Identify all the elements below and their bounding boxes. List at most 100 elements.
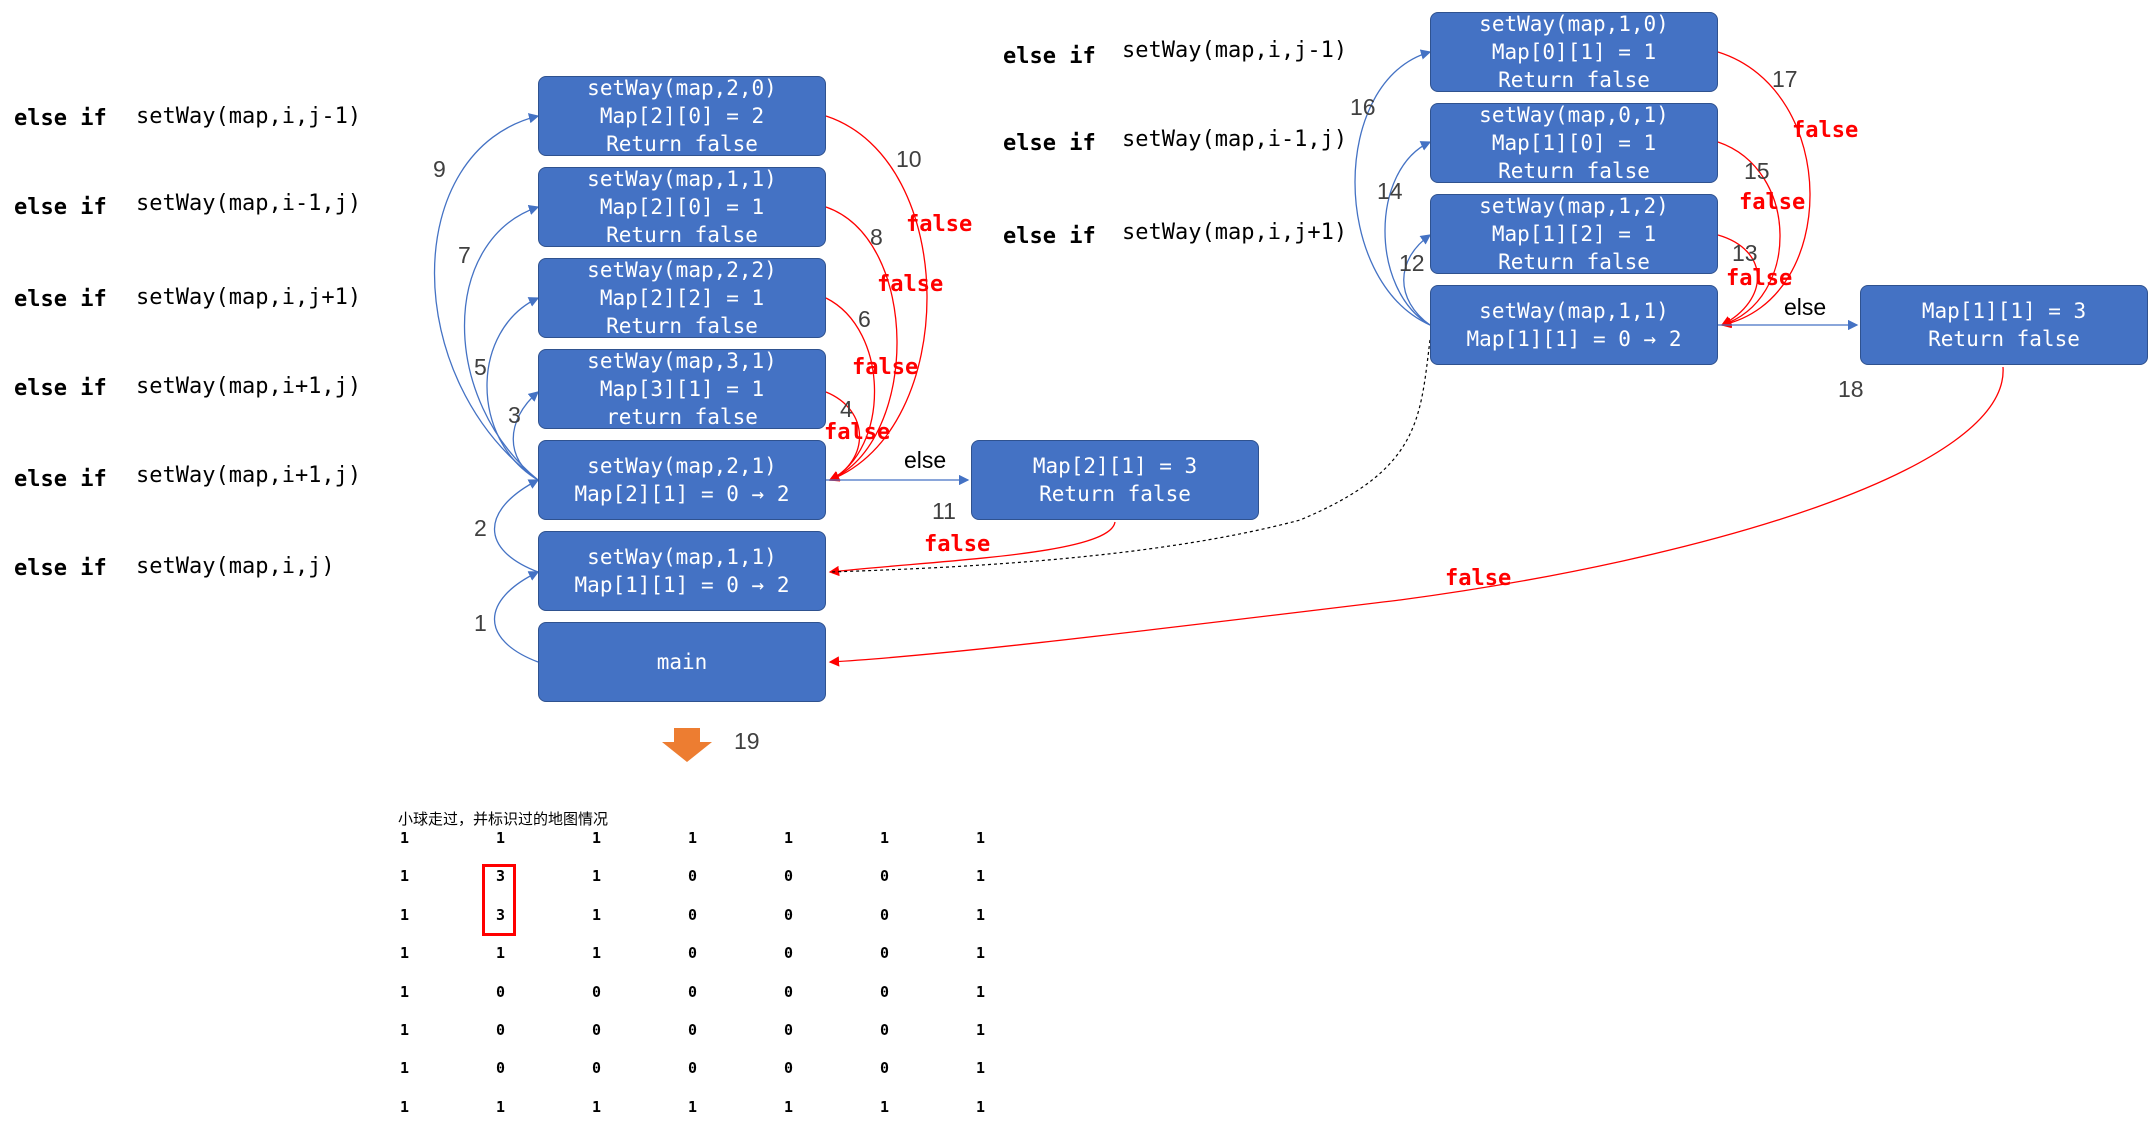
grid-cell: 1 [880, 1097, 890, 1116]
grid-cell: 1 [784, 829, 794, 847]
frame-call: setWay(map,2,0) [587, 76, 777, 100]
grid-cell: 1 [496, 1097, 506, 1116]
grid-cell: 1 [976, 1059, 986, 1078]
grid-cell: 0 [688, 1059, 698, 1078]
frame-assign: Map[2][0] = 2 [599, 104, 765, 128]
false-label: false [1792, 118, 1859, 143]
false-label: false [824, 420, 891, 445]
frame-call: setWay(map,1,0) [1479, 12, 1669, 36]
grid-cell: 1 [976, 905, 986, 924]
grid-cell: 1 [400, 1059, 410, 1078]
frame-call: setWay(map,1,1) [587, 167, 777, 191]
grid-cell: 0 [688, 944, 698, 963]
grid-cell: 1 [976, 1021, 986, 1039]
step-number: 9 [433, 156, 446, 182]
grid-cell: 1 [976, 829, 986, 847]
frame-return: Return false [606, 132, 758, 156]
false-label: false [1726, 266, 1793, 291]
condition-keyword: else if [1003, 44, 1096, 69]
step-number: 14 [1377, 178, 1403, 204]
step-number: 17 [1772, 66, 1798, 92]
grid-cell: 0 [496, 1021, 506, 1039]
grid-cell: 1 [496, 829, 506, 847]
grid-cell: 1 [592, 1097, 602, 1116]
frame-return: Return false [1039, 482, 1191, 506]
frame-call: setWay(map,2,1) [587, 454, 777, 478]
frame-assign: Map[2][1] = 0 → 2 [574, 482, 790, 506]
grid-cell: 1 [688, 1097, 698, 1116]
frame-assign: Map[1][2] = 1 [1491, 222, 1657, 246]
frame-assign: Map[1][1] = 0 → 2 [574, 573, 790, 597]
highlight-box [482, 864, 516, 936]
stack-frame-main: main [538, 622, 826, 702]
frame-call: setWay(map,3,1) [587, 349, 777, 373]
false-label: false [924, 532, 991, 557]
condition-call: setWay(map,i,j) [136, 554, 335, 579]
grid-cell: 1 [400, 905, 410, 924]
frame-return: Return false [1498, 68, 1650, 92]
call-arrow-7 [463, 204, 540, 481]
grid-cell: 1 [496, 944, 506, 963]
grid-cell: 1 [688, 829, 698, 847]
condition-keyword: else if [1003, 224, 1096, 249]
step-number: 5 [474, 354, 487, 380]
grid-cell: 0 [496, 1059, 506, 1078]
step-number: 13 [1732, 240, 1758, 266]
step-number: 2 [474, 515, 487, 541]
stack-frame-setway-1-1: setWay(map,1,1) Map[1][1] = 0 → 2 [538, 531, 826, 611]
stack-frame-setway-1-1-right: setWay(map,1,1) Map[1][1] = 0 → 2 [1430, 285, 1718, 365]
grid-cell: 0 [880, 905, 890, 924]
condition-keyword: else if [14, 556, 107, 581]
grid-cell: 0 [592, 982, 602, 1001]
else-label: else [904, 447, 947, 473]
grid-cell: 0 [496, 982, 506, 1001]
frame-return: Return false [1928, 327, 2080, 351]
condition-keyword: else if [1003, 131, 1096, 156]
step-number: 8 [870, 224, 883, 250]
grid-cell: 0 [880, 867, 890, 886]
frame-return: Return false [606, 314, 758, 338]
step-number: 18 [1838, 376, 1864, 402]
grid-cell: 1 [880, 829, 890, 847]
grid-cell: 0 [784, 944, 794, 963]
grid-cell: 1 [976, 944, 986, 963]
condition-keyword: else if [14, 287, 107, 312]
grid-cell: 1 [400, 1021, 410, 1039]
condition-call: setWay(map,i,j+1) [136, 285, 362, 310]
frame-call: main [656, 650, 708, 674]
else-frame-map-1-1: Map[1][1] = 3 Return false [1860, 285, 2148, 365]
frame-assign: Map[2][1] = 3 [1032, 454, 1198, 478]
frame-call: setWay(map,1,2) [1479, 194, 1669, 218]
frame-assign: Map[1][0] = 1 [1491, 131, 1657, 155]
step-number: 3 [508, 402, 521, 428]
call-arrow-2 [494, 479, 540, 573]
condition-call: setWay(map,i+1,j) [136, 374, 362, 399]
grid-cell: 0 [880, 1059, 890, 1078]
false-label: false [852, 355, 919, 380]
stack-frame-setway-2-0: setWay(map,2,0) Map[2][0] = 2 Return fal… [538, 76, 826, 156]
frame-assign: Map[0][1] = 1 [1491, 40, 1657, 64]
grid-cell: 1 [784, 1097, 794, 1116]
grid-cell: 1 [592, 944, 602, 963]
grid-cell: 0 [784, 867, 794, 886]
grid-cell: 1 [400, 867, 410, 886]
frame-return: return false [606, 405, 758, 429]
grid-cell: 0 [592, 1021, 602, 1039]
step-number: 11 [932, 498, 956, 524]
grid-cell: 0 [784, 982, 794, 1001]
stack-frame-setway-1-2: setWay(map,1,2) Map[1][2] = 1 Return fal… [1430, 194, 1718, 274]
down-arrow-icon [662, 728, 712, 762]
condition-keyword: else if [14, 376, 107, 401]
false-label: false [1739, 190, 1806, 215]
frame-assign: Map[1][1] = 3 [1921, 299, 2087, 323]
condition-keyword: else if [14, 195, 107, 220]
grid-cell: 0 [688, 982, 698, 1001]
condition-keyword: else if [14, 106, 107, 131]
grid-cell: 0 [784, 905, 794, 924]
frame-call: setWay(map,2,2) [587, 258, 777, 282]
grid-cell: 0 [688, 867, 698, 886]
stack-frame-setway-1-0: setWay(map,1,0) Map[0][1] = 1 Return fal… [1430, 12, 1718, 92]
frame-return: Return false [606, 223, 758, 247]
condition-call: setWay(map,i-1,j) [136, 191, 362, 216]
condition-call: setWay(map,i,j-1) [1122, 38, 1348, 63]
